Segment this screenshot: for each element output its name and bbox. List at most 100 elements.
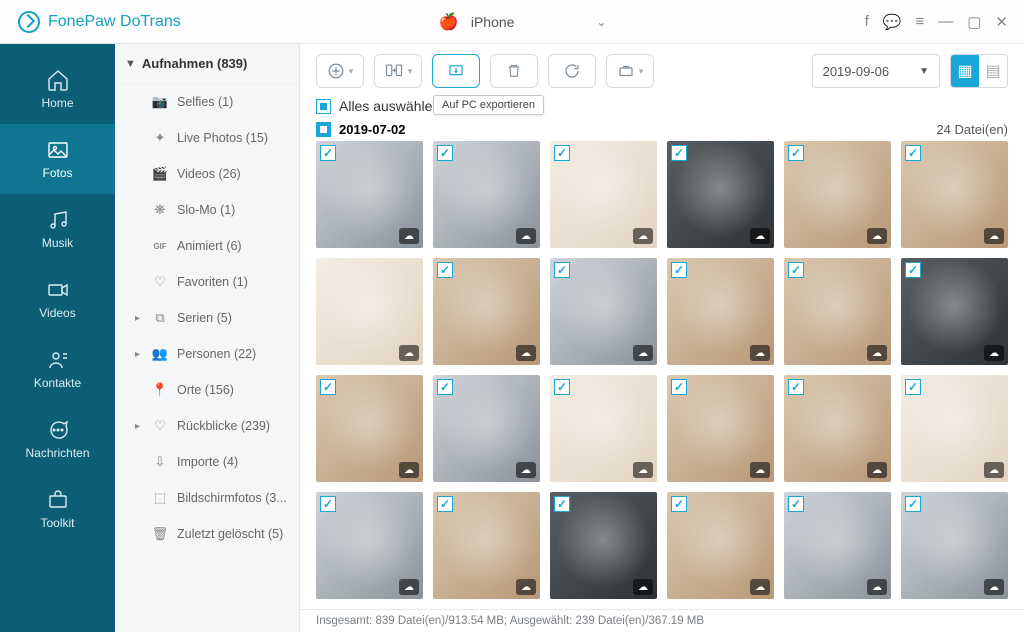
category-item[interactable]: ✦Live Photos (15): [115, 120, 299, 156]
transfer-button[interactable]: ▾: [374, 54, 422, 88]
thumb-checkbox[interactable]: [788, 496, 804, 512]
nav-contacts[interactable]: Kontakte: [0, 334, 115, 404]
delete-button[interactable]: [490, 54, 538, 88]
category-item[interactable]: ▸⧉Serien (5): [115, 300, 299, 336]
category-item[interactable]: GIFAnimiert (6): [115, 228, 299, 264]
thumb-checkbox[interactable]: [905, 145, 921, 161]
thumb-checkbox[interactable]: [320, 496, 336, 512]
cloud-icon: ☁: [633, 579, 653, 595]
photo-thumbnail[interactable]: ☁: [433, 492, 540, 599]
category-item[interactable]: ⇩Importe (4): [115, 444, 299, 480]
photo-thumbnail[interactable]: ☁: [433, 375, 540, 482]
nav-label: Fotos: [42, 166, 72, 180]
category-item[interactable]: ❋Slo-Mo (1): [115, 192, 299, 228]
photo-thumbnail[interactable]: ☁: [901, 141, 1008, 248]
nav-photos[interactable]: Fotos: [0, 124, 115, 194]
date-filter[interactable]: 2019-09-06 ▼: [812, 54, 940, 88]
photo-thumbnail[interactable]: ☁: [784, 375, 891, 482]
thumb-checkbox[interactable]: [671, 145, 687, 161]
category-item[interactable]: ▸👥Personen (22): [115, 336, 299, 372]
nav-videos[interactable]: Videos: [0, 264, 115, 334]
category-item[interactable]: ♡Favoriten (1): [115, 264, 299, 300]
photo-thumbnail[interactable]: ☁: [901, 258, 1008, 365]
thumb-checkbox[interactable]: [554, 145, 570, 161]
photo-thumbnail[interactable]: ☁: [667, 492, 774, 599]
category-item[interactable]: 🎬Videos (26): [115, 156, 299, 192]
photo-thumbnail[interactable]: ☁: [667, 375, 774, 482]
thumb-checkbox[interactable]: [671, 379, 687, 395]
share-icon[interactable]: f: [865, 13, 869, 30]
export-button[interactable]: Auf PC exportieren: [432, 54, 480, 88]
select-all-row[interactable]: Alles auswählen (839): [300, 94, 1024, 116]
nav-home[interactable]: Home: [0, 54, 115, 124]
refresh-button[interactable]: [548, 54, 596, 88]
photo-thumbnail[interactable]: ☁: [550, 141, 657, 248]
nav-toolkit[interactable]: Toolkit: [0, 474, 115, 544]
cloud-icon: ☁: [399, 228, 419, 244]
select-all-checkbox[interactable]: [316, 99, 331, 114]
category-item[interactable]: ▸♡Rückblicke (239): [115, 408, 299, 444]
grid-view-icon[interactable]: ▦: [951, 55, 979, 87]
cloud-icon: ☁: [516, 228, 536, 244]
photo-thumbnail[interactable]: ☁: [901, 492, 1008, 599]
thumb-checkbox[interactable]: [905, 496, 921, 512]
thumb-checkbox[interactable]: [437, 496, 453, 512]
category-item[interactable]: 🗑Zuletzt gelöscht (5): [115, 516, 299, 552]
thumb-checkbox[interactable]: [788, 145, 804, 161]
category-item[interactable]: 📍Orte (156): [115, 372, 299, 408]
category-label: Videos (26): [177, 167, 241, 181]
photo-thumbnail[interactable]: ☁: [667, 258, 774, 365]
photo-thumbnail[interactable]: ☁: [784, 492, 891, 599]
thumb-checkbox[interactable]: [320, 145, 336, 161]
thumb-checkbox[interactable]: [671, 496, 687, 512]
minimize-icon[interactable]: —: [938, 13, 953, 30]
photo-thumbnail[interactable]: ☁: [901, 375, 1008, 482]
photo-thumbnail[interactable]: ☁: [316, 375, 423, 482]
list-view-icon[interactable]: ▤: [979, 55, 1007, 87]
thumb-checkbox[interactable]: [437, 262, 453, 278]
photo-thumbnail[interactable]: ☁: [433, 141, 540, 248]
add-button[interactable]: ▾: [316, 54, 364, 88]
category-header[interactable]: ▼ Aufnahmen (839): [115, 44, 299, 84]
photo-thumbnail[interactable]: ☁: [784, 141, 891, 248]
photo-thumbnail[interactable]: ☁: [316, 492, 423, 599]
photo-thumbnail[interactable]: ☁: [667, 141, 774, 248]
thumb-checkbox[interactable]: [788, 262, 804, 278]
category-item[interactable]: ⬚Bildschirmfotos (3...: [115, 480, 299, 516]
thumb-checkbox[interactable]: [905, 262, 921, 278]
thumb-checkbox[interactable]: [788, 379, 804, 395]
thumb-checkbox[interactable]: [437, 145, 453, 161]
photo-thumbnail[interactable]: ☁: [316, 258, 423, 365]
pin-icon: 📍: [151, 381, 169, 399]
thumb-checkbox[interactable]: [671, 262, 687, 278]
device-selector[interactable]: 🍎 iPhone ⌄: [419, 8, 627, 36]
cloud-icon: ☁: [984, 462, 1004, 478]
thumb-checkbox[interactable]: [554, 496, 570, 512]
nav-messages[interactable]: Nachrichten: [0, 404, 115, 474]
photo-thumbnail[interactable]: ☁: [433, 258, 540, 365]
expand-icon: ▸: [135, 313, 143, 324]
photo-thumbnail[interactable]: ☁: [550, 258, 657, 365]
close-icon[interactable]: ✕: [995, 13, 1008, 31]
photo-thumbnail[interactable]: ☁: [550, 492, 657, 599]
feedback-icon[interactable]: 💬: [883, 13, 902, 31]
cloud-icon: ☁: [867, 579, 887, 595]
thumb-checkbox[interactable]: [320, 379, 336, 395]
photo-thumbnail[interactable]: ☁: [316, 141, 423, 248]
photo-thumbnail[interactable]: ☁: [784, 258, 891, 365]
chevron-down-icon: ▾: [408, 66, 413, 77]
nav-music[interactable]: Musik: [0, 194, 115, 264]
toolbox-button[interactable]: ▾: [606, 54, 654, 88]
group-checkbox[interactable]: [316, 122, 331, 137]
maximize-icon[interactable]: ▢: [967, 13, 981, 31]
export-tooltip: Auf PC exportieren: [433, 95, 544, 115]
menu-icon[interactable]: ≡: [915, 13, 924, 30]
photo-thumbnail[interactable]: ☁: [550, 375, 657, 482]
date-group-header[interactable]: 2019-07-02 24 Datei(en): [300, 116, 1024, 141]
thumb-checkbox[interactable]: [554, 262, 570, 278]
thumb-checkbox[interactable]: [554, 379, 570, 395]
thumb-checkbox[interactable]: [905, 379, 921, 395]
cloud-icon: ☁: [750, 462, 770, 478]
thumb-checkbox[interactable]: [437, 379, 453, 395]
category-item[interactable]: 📷Selfies (1): [115, 84, 299, 120]
